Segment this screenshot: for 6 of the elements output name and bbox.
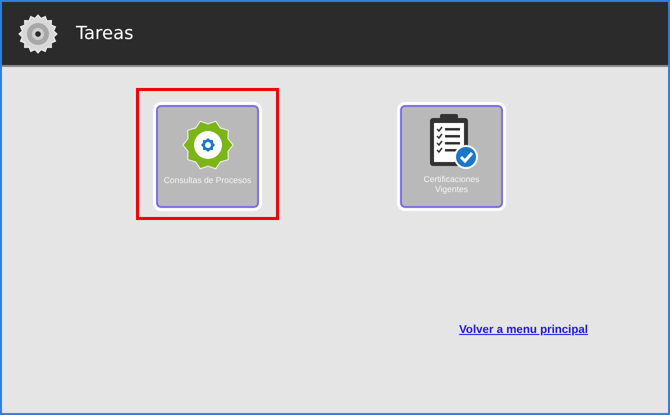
gear-icon [18,14,58,54]
task-tile[interactable]: Certificaciones Vigentes [400,105,503,208]
window-title: Tareas [76,23,134,44]
task-tile[interactable]: Consultas de Procesos [156,105,259,208]
back-link[interactable]: Volver a menu principal [459,324,588,336]
gear-icon [182,119,234,171]
